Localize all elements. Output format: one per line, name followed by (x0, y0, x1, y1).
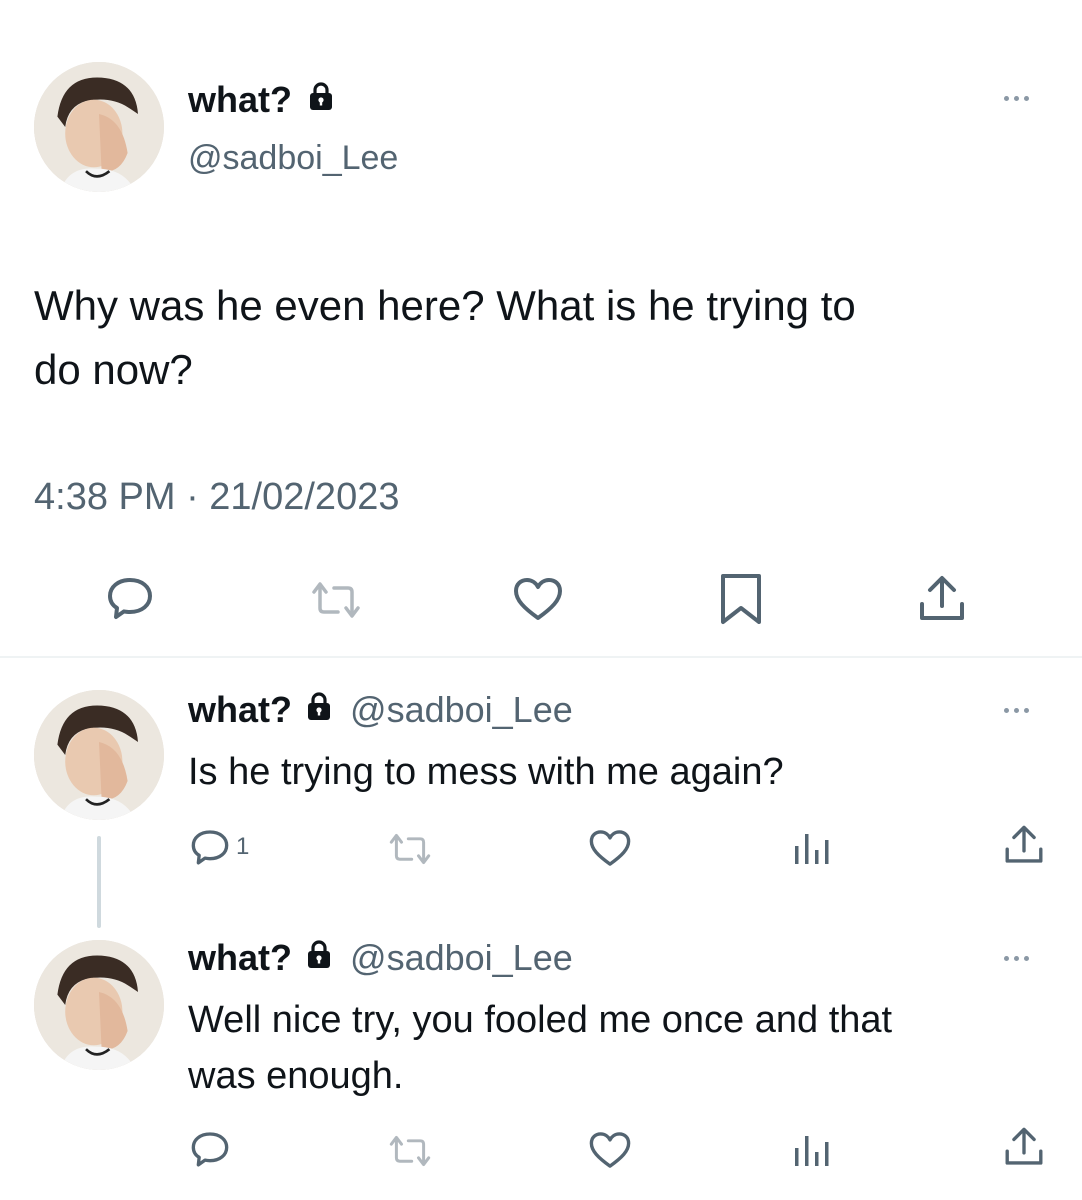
like-button[interactable] (588, 828, 632, 868)
share-button[interactable] (1002, 824, 1046, 866)
tweet-text: Why was he even here? What is he trying … (34, 274, 856, 402)
reply-icon (108, 578, 152, 619)
divider (0, 656, 1082, 658)
avatar[interactable] (34, 940, 164, 1070)
retweet-button[interactable] (386, 832, 434, 866)
avatar-photo (34, 62, 164, 192)
lock-icon (306, 935, 332, 979)
display-name-text: what? (188, 79, 292, 120)
tweet-text-line: do now? (34, 346, 193, 393)
views-button[interactable] (792, 826, 832, 866)
reply-header: what? @sadboi_Lee (188, 688, 573, 734)
reply-button[interactable] (106, 576, 154, 620)
views-button[interactable] (792, 1128, 832, 1168)
avatar-photo (34, 690, 164, 820)
share-icon (1005, 1127, 1043, 1165)
retweet-icon (312, 582, 360, 618)
avatar-photo (34, 940, 164, 1070)
share-button[interactable] (916, 574, 968, 624)
heart-icon (589, 1132, 631, 1168)
reply-text-line: was enough. (188, 1055, 404, 1097)
avatar[interactable] (34, 690, 164, 820)
share-icon (920, 576, 964, 620)
user-handle[interactable]: @sadboi_Lee (350, 689, 573, 730)
retweet-button[interactable] (308, 580, 364, 620)
tweet-text-line: Why was he even here? What is he trying … (34, 282, 856, 329)
share-icon (1005, 825, 1043, 863)
more-options-icon[interactable] (1004, 708, 1029, 713)
reply-icon (191, 830, 229, 865)
display-name[interactable]: what? (188, 689, 292, 730)
like-button[interactable] (588, 1130, 632, 1170)
reply-button[interactable]: 1 (190, 828, 249, 866)
bookmark-button[interactable] (718, 572, 764, 626)
reply-count: 1 (236, 833, 250, 860)
reply-icon (191, 1132, 229, 1167)
display-name[interactable]: what? (188, 937, 292, 978)
reply-text-line: Is he trying to mess with me again? (188, 751, 784, 793)
display-name[interactable]: what? (188, 78, 334, 124)
retweet-button[interactable] (386, 1134, 434, 1168)
reply-button[interactable] (190, 1130, 236, 1168)
reply-header: what? @sadboi_Lee (188, 936, 573, 982)
share-button[interactable] (1002, 1126, 1046, 1168)
user-handle[interactable]: @sadboi_Lee (188, 136, 398, 180)
more-options-icon[interactable] (1004, 96, 1029, 101)
analytics-icon (795, 834, 829, 864)
reply-text-line: Well nice try, you fooled me once and th… (188, 999, 893, 1041)
avatar[interactable] (34, 62, 164, 192)
lock-icon (308, 77, 334, 121)
lock-icon (306, 687, 332, 731)
tweet-timestamp[interactable]: 4:38 PM · 21/02/2023 (34, 472, 399, 522)
analytics-icon (795, 1136, 829, 1166)
heart-icon (514, 578, 562, 620)
more-options-icon[interactable] (1004, 956, 1029, 961)
heart-icon (589, 830, 631, 866)
retweet-icon (389, 1135, 431, 1167)
reply-text: Well nice try, you fooled me once and th… (188, 992, 892, 1104)
reply-text: Is he trying to mess with me again? (188, 744, 784, 800)
bookmark-icon (721, 574, 761, 624)
like-button[interactable] (512, 576, 564, 622)
retweet-icon (389, 833, 431, 865)
user-handle[interactable]: @sadboi_Lee (350, 937, 573, 978)
thread-line (97, 836, 101, 928)
